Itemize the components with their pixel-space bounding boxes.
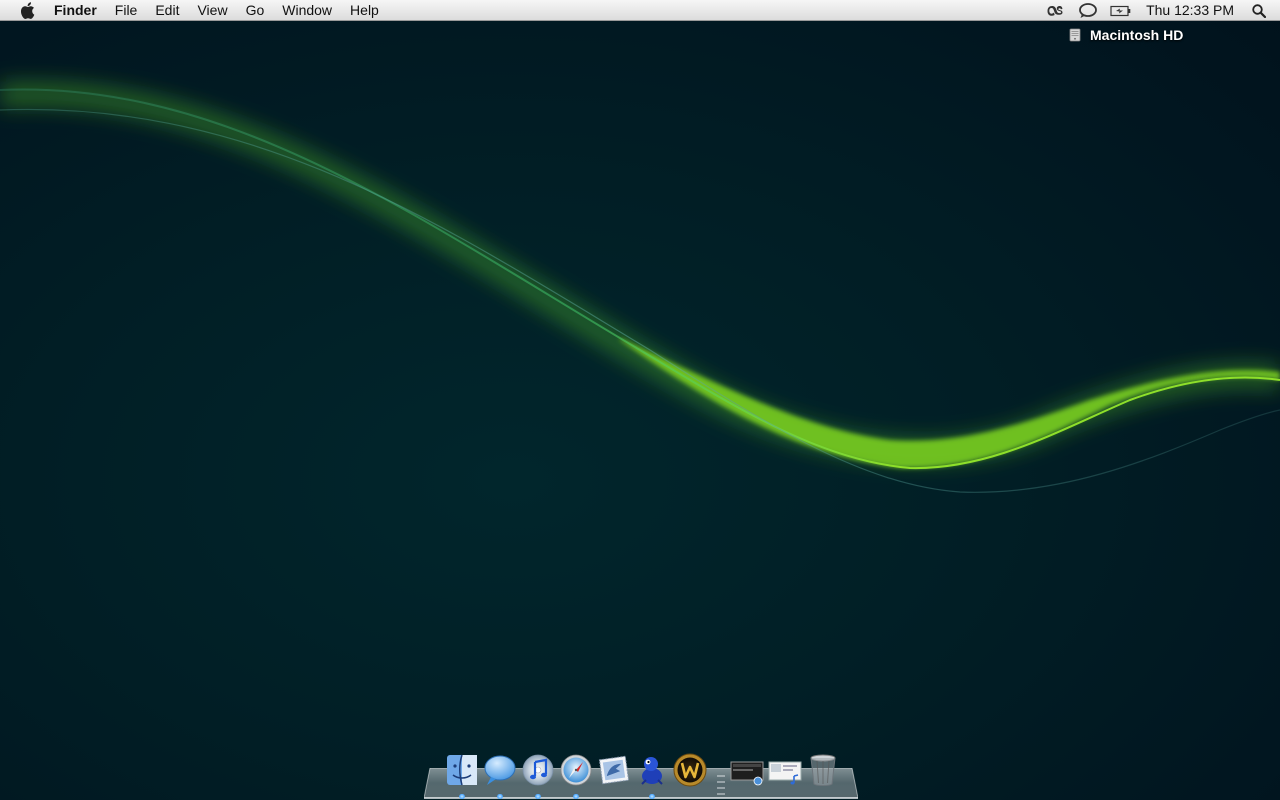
- drive-label: Macintosh HD: [1090, 27, 1184, 43]
- dock-item-mail[interactable]: [596, 752, 632, 788]
- wallpaper-wave: [0, 81, 1280, 493]
- running-indicator-ichat: [497, 794, 503, 799]
- dock-item-music-stack[interactable]: [767, 752, 803, 788]
- menu-bar: Finder File Edit View Go Window Help Thu…: [0, 0, 1280, 21]
- dock-item-itunes[interactable]: [520, 752, 556, 788]
- apple-menu[interactable]: [6, 0, 48, 21]
- finder-menu[interactable]: Finder: [48, 0, 106, 21]
- dock: [424, 750, 858, 800]
- magnifier-icon: [1252, 3, 1266, 18]
- itunes-icon: [522, 754, 554, 786]
- view-menu[interactable]: View: [188, 0, 236, 21]
- world-of-warcraft-icon: [673, 753, 707, 787]
- dock-item-ichat[interactable]: [482, 752, 518, 788]
- lastfm-icon: [1047, 5, 1063, 16]
- go-menu[interactable]: Go: [237, 0, 274, 21]
- spotlight-button[interactable]: [1246, 0, 1280, 21]
- edit-menu[interactable]: Edit: [146, 0, 188, 21]
- running-indicator-itunes: [535, 794, 541, 799]
- apple-icon: [20, 1, 34, 19]
- running-indicator-adium: [649, 794, 655, 799]
- menu-bar-clock[interactable]: Thu 12:33 PM: [1138, 0, 1246, 21]
- dock-separator: [717, 775, 725, 795]
- speech-bubble-icon: [1079, 2, 1097, 18]
- desktop[interactable]: Finder File Edit View Go Window Help Thu…: [0, 0, 1280, 800]
- music-stack-icon: [768, 761, 802, 785]
- help-menu[interactable]: Help: [341, 0, 388, 21]
- ichat-icon: [484, 755, 516, 785]
- adium-icon: [641, 757, 663, 785]
- menu-bar-right: Thu 12:33 PM: [1040, 0, 1280, 21]
- running-indicator-safari: [573, 794, 579, 799]
- dock-item-adium[interactable]: [634, 752, 670, 788]
- running-indicator-finder: [459, 794, 465, 799]
- dock-item-world-of-warcraft[interactable]: [672, 752, 708, 788]
- dock-item-downloads-stack[interactable]: [729, 752, 765, 788]
- dock-item-safari[interactable]: [558, 752, 594, 788]
- battery-icon: [1110, 5, 1131, 16]
- chat-status-item[interactable]: [1072, 0, 1104, 21]
- macintosh-hd-desktop-item[interactable]: Macintosh HD: [1068, 27, 1183, 43]
- file-menu[interactable]: File: [106, 0, 147, 21]
- lastfm-status-item[interactable]: [1040, 0, 1072, 21]
- hard-drive-icon: [1069, 28, 1081, 42]
- downloads-stack-icon: [730, 761, 764, 786]
- finder-icon: [447, 754, 477, 786]
- window-menu[interactable]: Window: [273, 0, 341, 21]
- dock-item-trash[interactable]: [805, 752, 841, 788]
- mail-icon: [598, 755, 630, 785]
- trash-icon: [810, 754, 836, 786]
- dock-item-finder[interactable]: [444, 752, 480, 788]
- battery-status-item[interactable]: [1104, 0, 1138, 21]
- menu-bar-left: Finder File Edit View Go Window Help: [0, 0, 388, 21]
- safari-icon: [560, 754, 592, 786]
